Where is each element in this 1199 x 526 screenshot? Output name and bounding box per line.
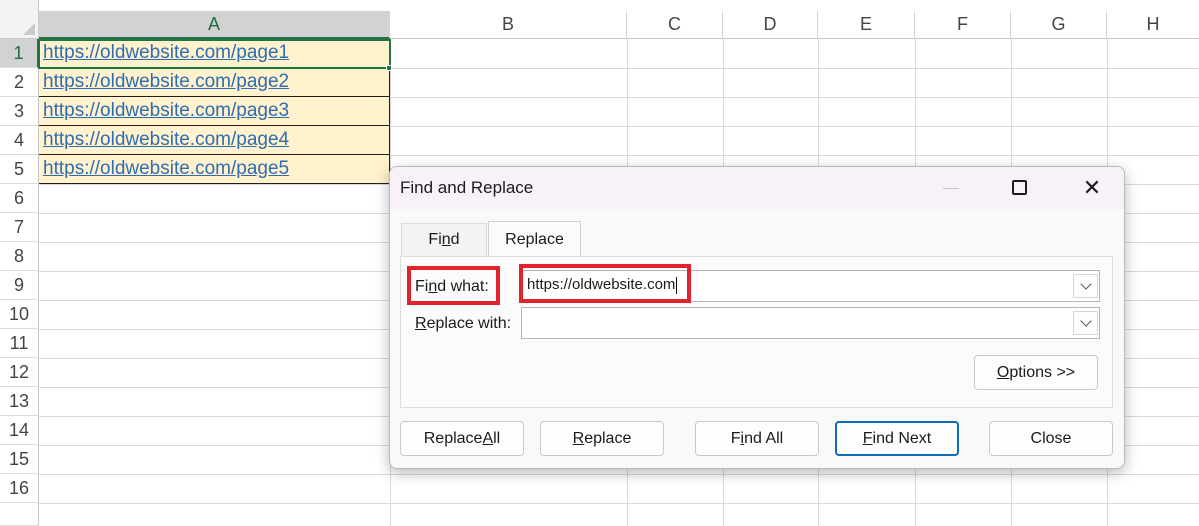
replace-all-label-start: Replace	[423, 429, 483, 447]
row-header-10[interactable]: 10	[0, 300, 39, 329]
find-all-label-start: F	[730, 429, 741, 447]
replace-with-input[interactable]	[521, 307, 1100, 339]
row-header-11[interactable]: 11	[0, 329, 39, 358]
replace-with-accesskey: R	[415, 315, 427, 332]
find-all-label-end: nd All	[744, 429, 784, 447]
row-header-5[interactable]: 5	[0, 155, 39, 184]
find-what-value-highlight	[519, 264, 691, 303]
dialog-title: Find and Replace	[400, 178, 534, 197]
active-cell-border	[38, 39, 391, 69]
tab-find[interactable]: Fi n d	[401, 223, 487, 256]
column-header-c[interactable]: C	[627, 11, 723, 39]
replace-button[interactable]: Replace	[540, 421, 664, 456]
replace-all-label-end: ll	[493, 429, 501, 447]
column-header-e[interactable]: E	[818, 11, 915, 39]
replace-with-label: Replace with:	[415, 315, 511, 333]
options-label-end: ptions >>	[1009, 363, 1076, 381]
tab-replace-label: Replace	[505, 230, 564, 248]
gridline	[39, 503, 1199, 504]
row-header-3[interactable]: 3	[0, 97, 39, 126]
find-what-label-end: d what:	[437, 278, 489, 295]
tab-find-accesskey: n	[441, 231, 451, 248]
cell-a5-link[interactable]: https://oldwebsite.com/page5	[39, 155, 390, 184]
row-header-13[interactable]: 13	[0, 387, 39, 416]
dialog-titlebar[interactable]: Find and Replace ✕	[390, 167, 1124, 209]
close-icon[interactable]: ✕	[1080, 175, 1104, 201]
find-all-button[interactable]: Fi nd All	[695, 421, 819, 456]
find-what-label-start: Fi	[415, 278, 429, 295]
cell-a2-link[interactable]: https://oldwebsite.com/page2	[39, 68, 390, 97]
find-next-label-end: ind Next	[872, 429, 932, 447]
row-header-15[interactable]: 15	[0, 445, 39, 474]
row-header-6[interactable]: 6	[0, 184, 39, 213]
cell-a3-link[interactable]: https://oldwebsite.com/page3	[39, 97, 390, 126]
find-replace-dialog: Find and Replace ✕ Fi n d Replace Find wha…	[389, 166, 1125, 469]
column-header-h[interactable]: H	[1107, 11, 1199, 39]
tab-replace[interactable]: Replace	[488, 221, 581, 257]
row-header-17[interactable]	[0, 503, 39, 526]
close-button[interactable]: Close	[989, 421, 1113, 456]
row-header-12[interactable]: 12	[0, 358, 39, 387]
row-header-16[interactable]: 16	[0, 474, 39, 503]
select-all-corner[interactable]	[0, 0, 39, 39]
minimize-icon	[943, 188, 959, 189]
find-what-dropdown[interactable]	[1073, 274, 1098, 298]
find-next-accesskey: F	[862, 429, 873, 447]
replace-label-end: eplace	[584, 429, 632, 447]
find-what-accesskey: n	[428, 278, 438, 295]
tab-find-label-end: d	[450, 231, 460, 248]
replace-all-accesskey: A	[482, 429, 494, 447]
find-what-label: Find what:	[415, 278, 489, 296]
column-header-d[interactable]: D	[723, 11, 818, 39]
replace-accesskey: R	[572, 429, 585, 447]
cell-a4-link[interactable]: https://oldwebsite.com/page4	[39, 126, 390, 155]
find-next-button[interactable]: Find Next	[835, 421, 959, 456]
row-header-9[interactable]: 9	[0, 271, 39, 300]
replace-all-button[interactable]: Replace All	[400, 421, 524, 456]
close-label: Close	[1030, 429, 1072, 447]
row-header-2[interactable]: 2	[0, 68, 39, 97]
gridline	[39, 474, 1199, 475]
column-header-g[interactable]: G	[1011, 11, 1107, 39]
tab-find-label: Fi	[428, 231, 442, 248]
row-header-8[interactable]: 8	[0, 242, 39, 271]
options-accesskey: O	[996, 363, 1010, 381]
row-header-1[interactable]: 1	[0, 39, 39, 68]
row-header-14[interactable]: 14	[0, 416, 39, 445]
row-header-4[interactable]: 4	[0, 126, 39, 155]
chevron-down-icon	[1079, 278, 1092, 290]
options-button[interactable]: Options >>	[974, 355, 1098, 390]
column-header-b[interactable]: B	[390, 11, 627, 39]
row-header-7[interactable]: 7	[0, 213, 39, 242]
chevron-down-icon	[1079, 315, 1092, 327]
column-header-a[interactable]: A	[39, 11, 390, 39]
replace-with-dropdown[interactable]	[1073, 311, 1098, 335]
replace-with-label-end: eplace with:	[426, 315, 512, 332]
column-header-f[interactable]: F	[915, 11, 1011, 39]
maximize-icon[interactable]	[1012, 180, 1027, 195]
fill-handle[interactable]	[386, 65, 392, 71]
